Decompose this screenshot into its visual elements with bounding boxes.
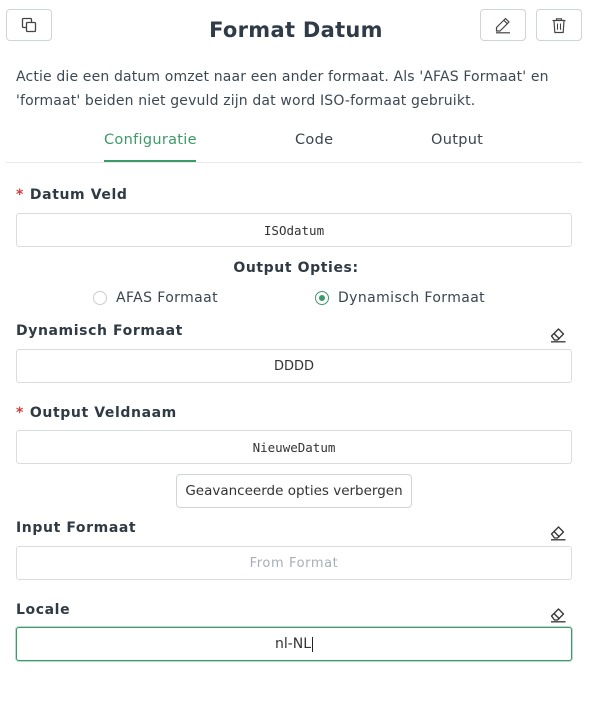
radio-label: Dynamisch Formaat xyxy=(338,290,486,306)
tab-configuratie[interactable]: Configuratie xyxy=(104,132,197,148)
radio-circle-checked[interactable] xyxy=(315,291,329,305)
input-formaat-placeholder: From Format xyxy=(249,555,339,571)
required-marker: * xyxy=(16,187,24,203)
locale-input[interactable]: nl-NL xyxy=(16,627,572,661)
input-formaat-input[interactable]: From Format xyxy=(16,546,572,580)
output-veldnaam-input[interactable]: NieuweDatum xyxy=(16,430,572,464)
radio-label: AFAS Formaat xyxy=(116,290,218,306)
trash-icon xyxy=(552,17,566,33)
output-veldnaam-label: * Output Veldnaam xyxy=(16,405,177,421)
pencil-icon xyxy=(495,17,510,34)
active-tab-indicator xyxy=(104,160,196,162)
delete-button[interactable] xyxy=(536,9,582,41)
description: Actie die een datum omzet naar een ander… xyxy=(16,69,549,109)
eraser-icon[interactable] xyxy=(549,523,567,541)
eraser-icon[interactable] xyxy=(549,325,567,343)
edit-button[interactable] xyxy=(480,9,526,41)
locale-value: nl-NL xyxy=(274,636,312,652)
radio-afas-formaat[interactable]: AFAS Formaat xyxy=(93,290,218,306)
radio-circle[interactable] xyxy=(93,291,107,305)
radio-dynamisch-formaat[interactable]: Dynamisch Formaat xyxy=(315,290,485,306)
tab-bar: Configuratie Code Output xyxy=(6,124,582,163)
dynamisch-formaat-input[interactable]: DDDD xyxy=(16,349,572,383)
required-marker: * xyxy=(16,405,24,421)
eraser-icon[interactable] xyxy=(549,605,567,623)
dynamisch-formaat-label: Dynamisch Formaat xyxy=(16,323,183,339)
toggle-advanced-options-button[interactable]: Geavanceerde opties verbergen xyxy=(176,474,412,508)
locale-label: Locale xyxy=(16,602,71,618)
tab-code[interactable]: Code xyxy=(295,132,333,148)
output-opties-label: Output Opties: xyxy=(233,260,359,276)
input-formaat-label: Input Formaat xyxy=(16,520,137,536)
datum-veld-input[interactable]: ISOdatum xyxy=(16,213,572,247)
tab-output[interactable]: Output xyxy=(431,132,483,148)
datum-veld-label: * Datum Veld xyxy=(16,187,128,203)
text-caret xyxy=(312,636,314,652)
